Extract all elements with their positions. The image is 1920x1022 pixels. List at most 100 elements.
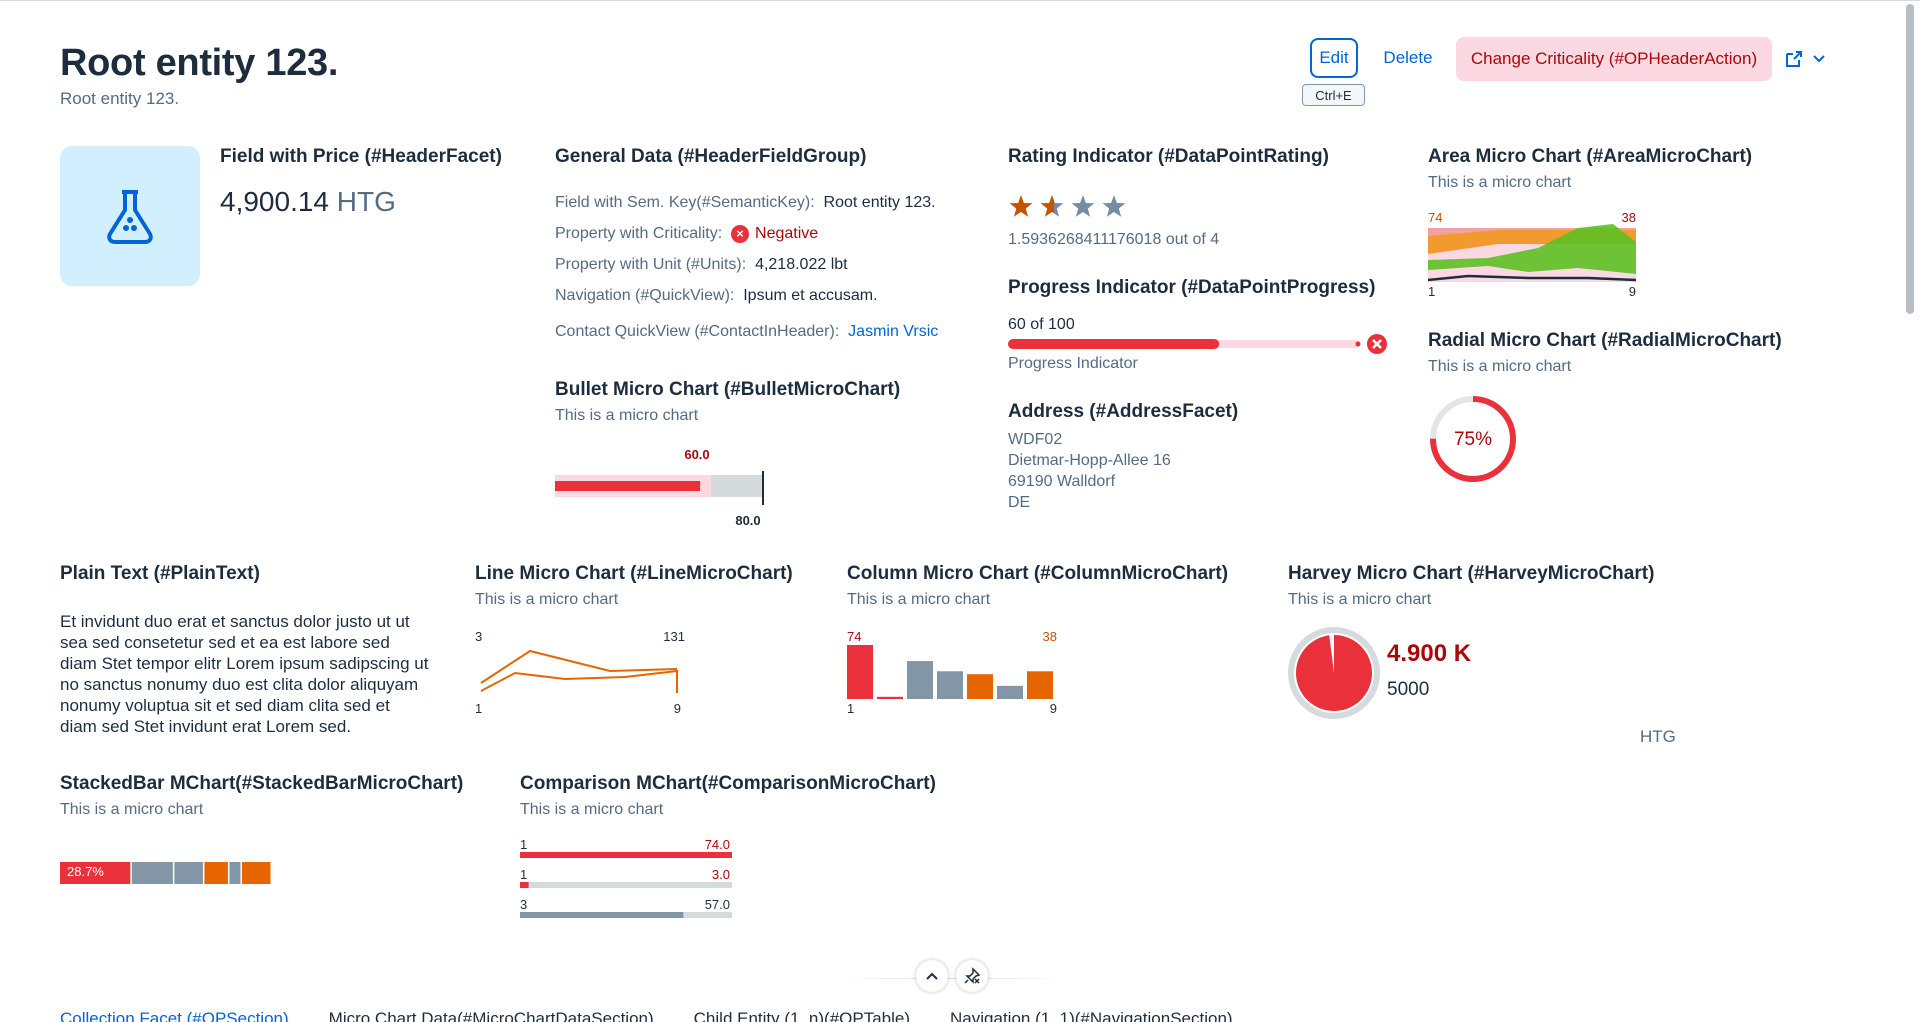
harvey-chart-title: Harvey Micro Chart (#HarveyMicroChart) [1288,563,1655,584]
field-label: Navigation (#QuickView): [555,287,735,304]
line-bottom-right-label: 9 [674,701,681,716]
header-separator [840,978,1060,979]
address-title: Address (#AddressFacet) [1008,401,1239,422]
column-bar [967,674,993,699]
column-top-right-label: 38 [1043,629,1057,644]
field-navigation: Navigation (#QuickView): Ipsum et accusa… [555,287,878,305]
plain-text-title: Plain Text (#PlainText) [60,563,260,584]
price-unit: HTG [336,186,396,217]
comparison-row-value: 3.0 [712,867,730,882]
rating-title: Rating Indicator (#DataPointRating) [1008,146,1329,167]
stacked-chart-subtitle: This is a micro chart [60,801,204,818]
column-bottom-left-label: 1 [847,701,854,716]
star-icon [1040,195,1064,217]
column-bar [847,645,873,699]
share-menu-button[interactable] [1784,46,1832,72]
stacked-segment [229,862,241,884]
stacked-chart-title: StackedBar MChart(#StackedBarMicroChart) [60,773,464,794]
column-chart[interactable]: 74 38 1 9 [847,627,1063,719]
change-criticality-button[interactable]: Change Criticality (#OPHeaderAction) [1456,37,1772,81]
general-data-title: General Data (#HeaderFieldGroup) [555,146,867,167]
harvey-value-slice [1296,635,1373,711]
area-top-right-label: 38 [1622,210,1636,225]
tab-navigation[interactable]: Navigation (1..1)(#NavigationSection) [950,1009,1233,1022]
tab-collection-facet[interactable]: Collection Facet (#OPSection) [60,1009,289,1022]
field-contact: Contact QuickView (#ContactInHeader): Ja… [555,323,938,341]
scrollbar[interactable] [1906,4,1914,314]
chevron-up-icon [926,972,938,980]
column-bar [877,696,903,699]
column-bar [997,685,1023,699]
star-icon [1071,195,1095,217]
field-value: 4,218.022 lbt [755,256,848,273]
radial-chart[interactable]: 75% [1428,394,1518,484]
comparison-row-label: 1 [520,837,527,852]
area-bottom-left-label: 1 [1428,284,1435,299]
line-chart[interactable]: 3 131 1 9 [475,627,695,719]
column-bar [907,661,933,699]
radial-chart-title: Radial Micro Chart (#RadialMicroChart) [1428,330,1782,351]
stacked-segment [131,862,173,884]
star-icon [1009,195,1033,217]
field-label: Property with Criticality: [555,225,723,242]
line-series-2 [480,669,678,693]
area-top-left-label: 74 [1428,210,1442,225]
area-chart[interactable]: 74 38 1 9 [1428,208,1640,300]
tab-child-entity[interactable]: Child Entity (1..n)(#OPTable) [694,1009,910,1022]
bullet-target-marker [762,471,764,505]
field-unit: Property with Unit (#Units): 4,218.022 l… [555,256,848,274]
tab-micro-chart-data[interactable]: Micro Chart Data(#MicroChartDataSection) [329,1009,654,1022]
progress-fill [1008,339,1220,349]
field-value: Root entity 123. [823,194,936,211]
chevron-down-icon [1813,55,1825,63]
star-icon [1102,195,1126,217]
radial-value-label: 75% [1454,429,1492,450]
comparison-bar [520,852,732,858]
line-chart-title: Line Micro Chart (#LineMicroChart) [475,563,793,584]
unpin-icon [964,967,981,984]
address-line: Dietmar-Hopp-Allee 16 [1008,452,1171,469]
stacked-segment [204,862,228,884]
comparison-chart-title: Comparison MChart(#ComparisonMicroChart) [520,773,936,794]
price-value: 4,900.14 HTG [220,186,396,218]
stacked-segment [174,862,203,884]
criticality-status: × Negative [731,225,818,243]
column-top-left-label: 74 [847,629,861,644]
line-top-left-label: 3 [475,629,482,644]
page-title: Root entity 123. [60,42,339,84]
unpin-header-button[interactable] [956,960,988,992]
comparison-row-label: 1 [520,867,527,882]
column-chart-subtitle: This is a micro chart [847,591,991,608]
column-bar [937,671,963,699]
collapse-header-button[interactable] [916,960,948,992]
comparison-bar [520,912,684,918]
quickview-link[interactable]: Ipsum et accusam. [743,287,877,304]
line-top-right-label: 131 [663,629,685,644]
bullet-chart-title: Bullet Micro Chart (#BulletMicroChart) [555,379,901,400]
section-tabs: Collection Facet (#OPSection) Micro Char… [60,1009,1233,1022]
harvey-value: 4.900 K [1387,640,1472,667]
address-line: WDF02 [1008,431,1063,448]
field-label: Property with Unit (#Units): [555,256,747,273]
bullet-value-label: 60.0 [684,447,709,462]
field-label: Contact QuickView (#ContactInHeader): [555,323,840,340]
comparison-row-label: 3 [520,897,527,912]
progress-text: 60 of 100 [1008,316,1075,333]
comparison-bar [520,882,529,888]
delete-button[interactable]: Delete [1372,38,1444,78]
bullet-chart-subtitle: This is a micro chart [555,407,699,424]
edit-button[interactable]: Edit [1310,38,1358,78]
flask-icon [107,190,153,244]
progress-title: Progress Indicator (#DataPointProgress) [1008,277,1376,298]
area-chart-subtitle: This is a micro chart [1428,174,1572,191]
price-amount: 4,900.14 [220,186,329,217]
bullet-chart[interactable]: 60.0 80.0 [555,445,770,531]
comparison-chart-subtitle: This is a micro chart [520,801,664,818]
harvey-chart[interactable] [1286,625,1382,721]
rating-indicator[interactable] [1008,192,1138,222]
line-chart-subtitle: This is a micro chart [475,591,619,608]
comparison-chart[interactable]: 1 74.0 1 3.0 3 57.0 [520,836,732,920]
rating-text: 1.5936268411176018 out of 4 [1008,231,1220,248]
stacked-first-label: 28.7% [67,864,104,879]
contact-link[interactable]: Jasmin Vrsic [848,323,938,340]
